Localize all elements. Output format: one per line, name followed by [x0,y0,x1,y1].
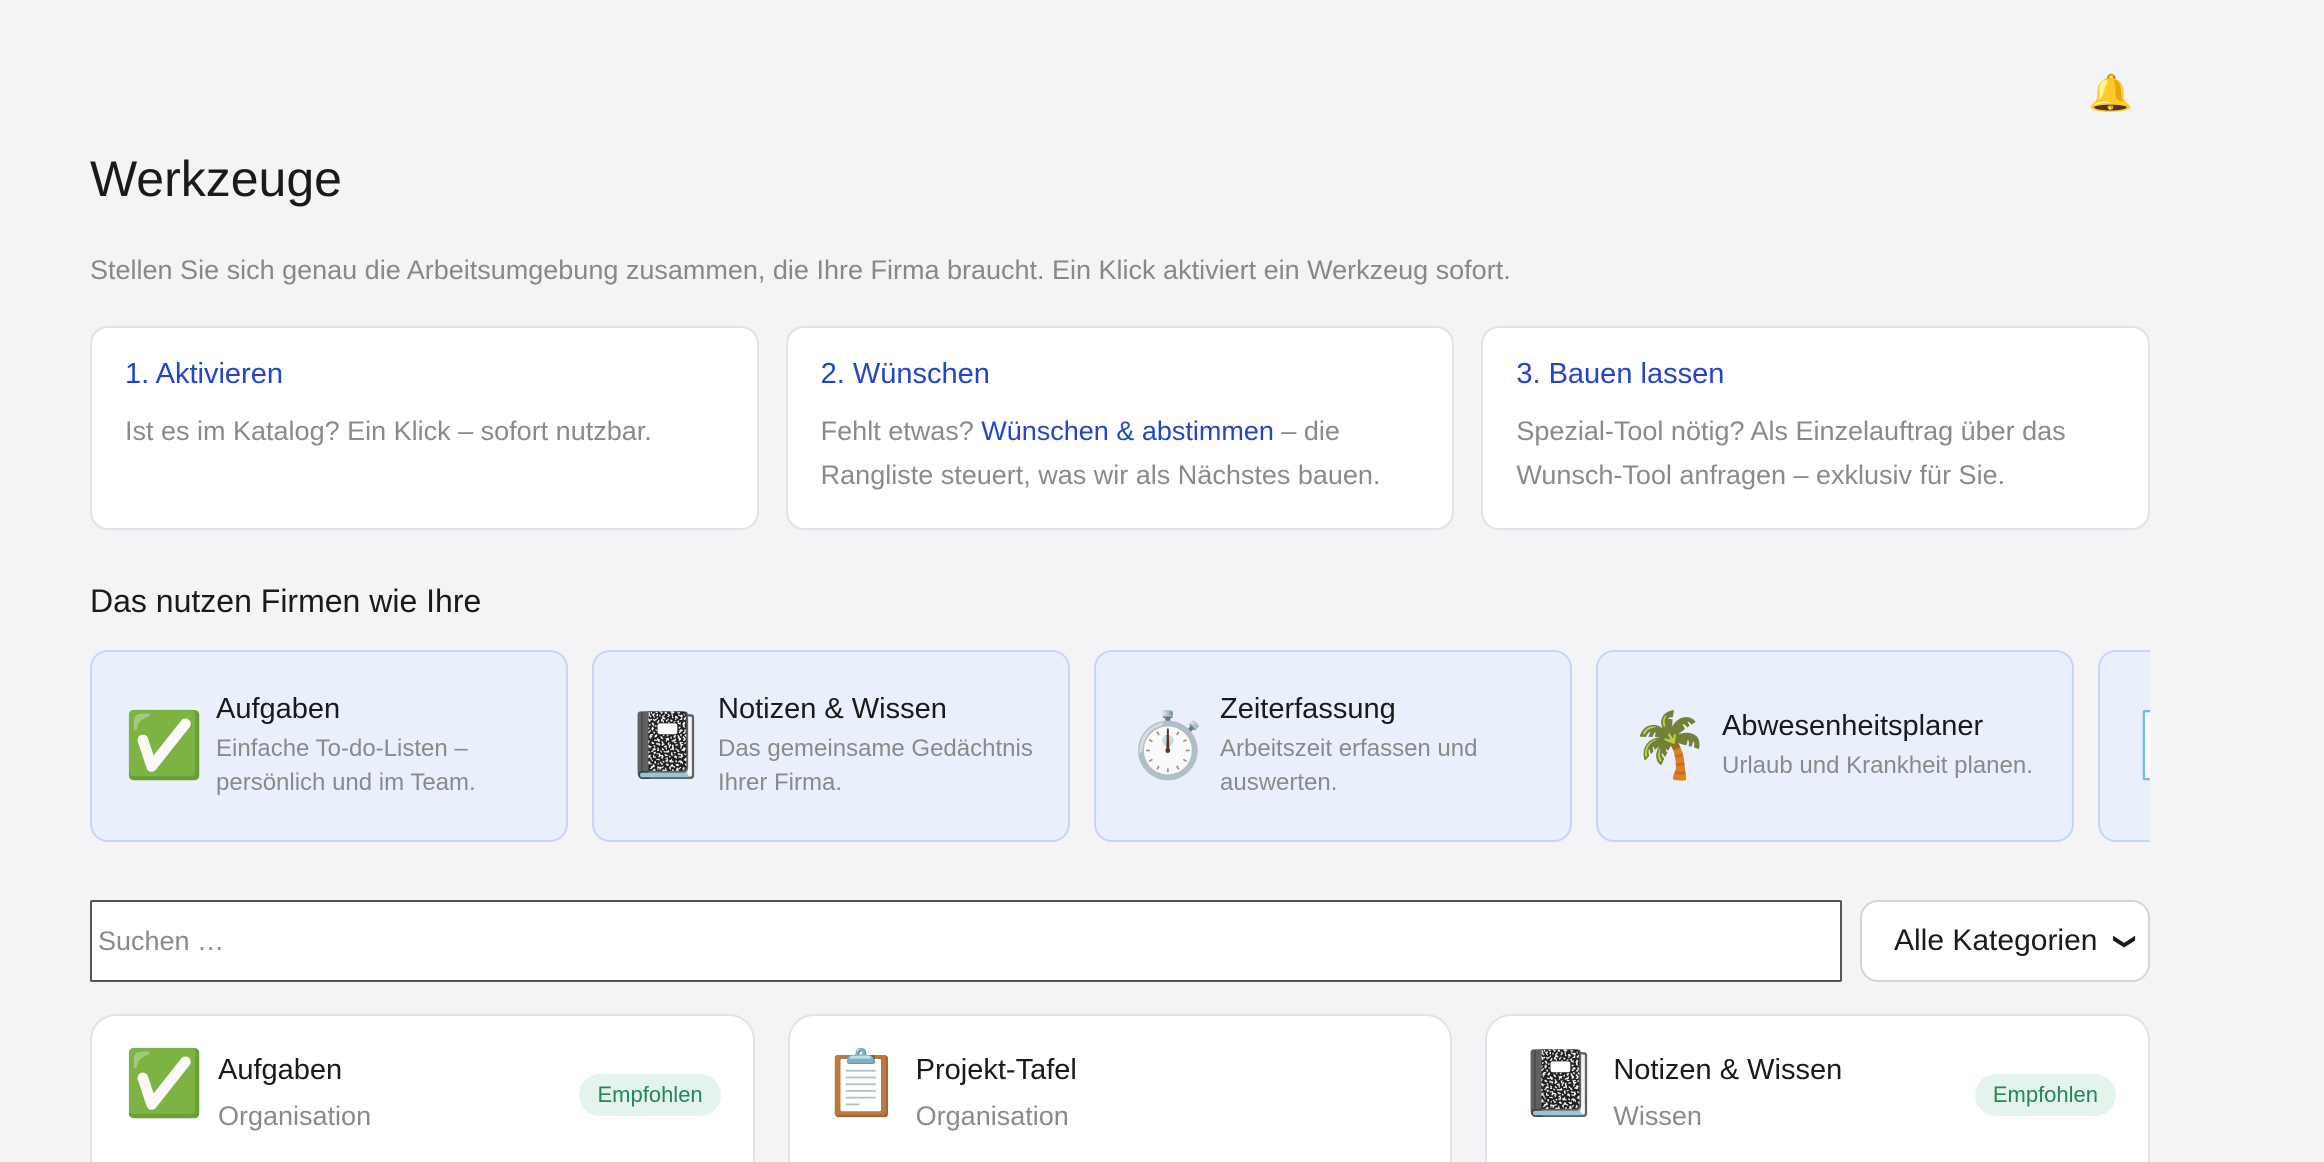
step-title: 3. Bauen lassen [1516,358,1725,390]
step-card-build: 3. Bauen lassen Spezial-Tool nötig? Als … [1481,326,2151,530]
tool-category: Organisation [915,1101,1069,1131]
popular-card-tasks[interactable]: ✅ Aufgaben Einfache To-do-Listen – persö… [90,650,568,842]
steps-row: 1. Aktivieren Ist es im Katalog? Ein Kli… [90,326,2151,530]
popular-section-title: Das nutzen Firmen wie Ihre [90,583,482,619]
step-title: 2. Wünschen [820,358,990,390]
notebook-icon: 📓 [626,709,706,783]
step-text: Spezial-Tool nötig? Als Einzelauftrag üb… [1516,416,2066,490]
popular-card-name: Aufgaben [216,692,341,725]
bell-icon[interactable]: 🔔 [2088,74,2133,114]
tool-name: Projekt-Tafel [915,1054,1077,1086]
popular-card-name: Zeiterfassung [1220,692,1396,725]
check-icon: ✅ [124,709,204,783]
page-subtitle: Stellen Sie sich genau die Arbeitsumgebu… [90,255,1511,285]
tool-category: Wissen [1613,1101,1702,1131]
document-icon: 📄 [2132,714,2150,778]
tool-name: Aufgaben [218,1054,343,1086]
step-card-activate: 1. Aktivieren Ist es im Katalog? Ein Kli… [90,326,759,530]
tool-name: Notizen & Wissen [1613,1054,1843,1086]
category-select-value: Alle Kategorien [1894,924,2098,957]
step-text: Ist es im Katalog? Ein Klick – sofort nu… [125,416,652,446]
stopwatch-icon: ⏱️ [1128,709,1208,783]
step-text: Fehlt etwas? Wünschen & abstimmen – die … [821,409,1420,497]
popular-card-notes[interactable]: 📓 Notizen & Wissen Das gemeinsame Gedäch… [592,650,1070,842]
step-title: 1. Aktivieren [125,358,283,390]
tool-card-project-board[interactable]: 📋 Projekt-Tafel Organisation [787,1014,1453,1162]
tool-card-notes[interactable]: 📓 Notizen & Wissen Wissen Empfohlen [1485,1014,2151,1162]
popular-card-name: Notizen & Wissen [718,692,947,725]
popular-card-desc: Das gemeinsame Gedächtnis Ihrer Firma. [718,734,1033,796]
page-title: Werkzeuge [90,151,342,207]
category-select[interactable]: Alle Kategorien ❯ [1860,900,2150,982]
tool-category: Organisation [218,1101,372,1131]
step-text-before: Fehlt etwas? [820,416,982,446]
search-input[interactable] [90,900,1842,982]
popular-card-desc: Einfache To-do-Listen – persönlich und i… [216,734,476,796]
check-icon: ✅ [124,1047,204,1121]
popular-card-desc: Arbeitszeit erfassen und auswerten. [1220,734,1478,796]
recommended-badge: Empfohlen [1974,1074,2117,1116]
recommended-badge: Empfohlen [579,1074,721,1116]
popular-card-partial[interactable]: 📄 [2098,650,2150,842]
chevron-down-icon: ❯ [2112,931,2138,951]
tool-card-tasks[interactable]: ✅ Aufgaben Organisation Empfohlen [90,1014,755,1162]
tool-grid: ✅ Aufgaben Organisation Empfohlen 📋 Proj… [90,1014,2151,1162]
popular-card-name: Abwesenheitsplaner [1722,709,1984,742]
palm-tree-icon: 🌴 [1630,709,1710,783]
popular-card-desc: Urlaub und Krankheit planen. [1722,751,2033,779]
clipboard-icon: 📋 [821,1047,902,1121]
popular-card-absence[interactable]: 🌴 Abwesenheitsplaner Urlaub und Krankhei… [1596,650,2074,842]
popular-card-time[interactable]: ⏱️ Zeiterfassung Arbeitszeit erfassen un… [1094,650,1572,842]
notebook-icon: 📓 [1519,1047,1600,1121]
wish-vote-link[interactable]: Wünschen & abstimmen [981,416,1274,446]
step-card-wish: 2. Wünschen Fehlt etwas? Wünschen & abst… [785,326,1455,530]
popular-carousel: ✅ Aufgaben Einfache To-do-Listen – persö… [90,650,2150,842]
